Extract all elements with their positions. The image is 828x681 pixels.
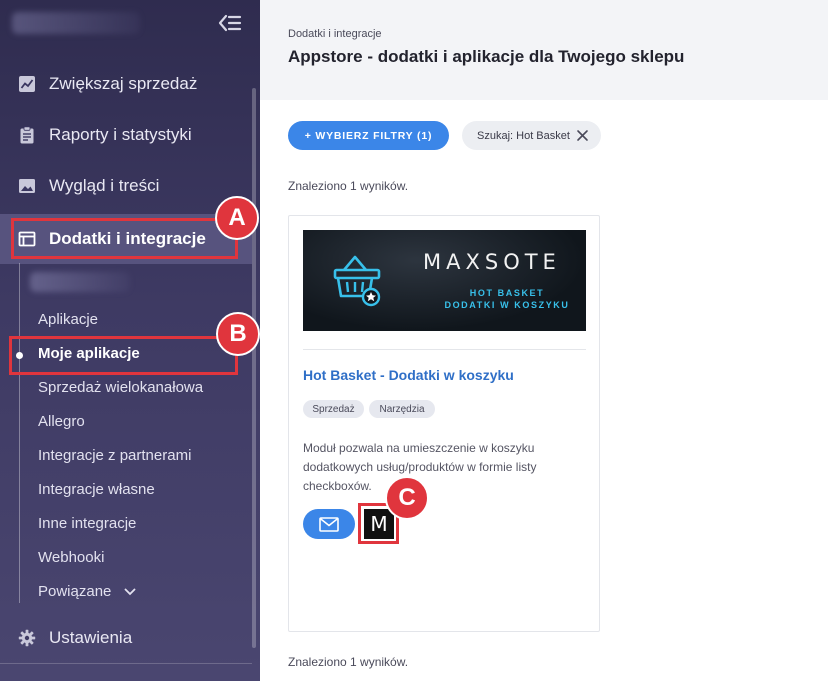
tag-sales[interactable]: Sprzedaż (303, 400, 364, 418)
submenu-item-other-integrations[interactable]: Inne integracje (38, 513, 136, 535)
nav-item-sales[interactable]: Zwiększaj sprzedaż (0, 59, 252, 109)
gear-icon (18, 629, 36, 647)
nav-item-reports[interactable]: Raporty i statystyki (0, 110, 252, 160)
choose-filters-button[interactable]: + WYBIERZ FILTRY (1) (288, 121, 449, 150)
annotation-marker-a: A (215, 196, 259, 240)
annotation-marker-c: C (385, 476, 429, 520)
banner-tagline-2: DODATKI W KOSZYKU (444, 300, 570, 310)
sidebar-divider (0, 663, 252, 664)
nav-item-settings[interactable]: Ustawienia (0, 613, 252, 663)
search-chip-label: Szukaj: Hot Basket (477, 129, 570, 142)
mail-icon (319, 516, 339, 532)
contact-mail-button[interactable] (303, 509, 355, 539)
search-filter-chip: Szukaj: Hot Basket (462, 121, 601, 150)
submenu-item-webhooks[interactable]: Webhooki (38, 547, 104, 569)
nav-label: Wygląd i treści (49, 176, 160, 195)
annotation-box-b (9, 336, 238, 375)
result-count-bottom: Znaleziono 1 wyników. (288, 655, 409, 669)
submenu-guide-line (19, 263, 20, 603)
card-divider (303, 349, 586, 350)
collapse-sidebar-icon[interactable] (218, 12, 242, 34)
breadcrumb[interactable]: Dodatki i integracje (288, 28, 382, 40)
image-icon (18, 177, 36, 195)
sidebar-scrollbar[interactable] (252, 88, 256, 648)
brand-logo-text: MAXSOTE (423, 250, 561, 274)
app-banner[interactable]: MAXSOTE HOT BASKET DODATKI W KOSZYKU (303, 230, 586, 331)
submenu-item-own-integrations[interactable]: Integracje własne (38, 479, 155, 501)
nav-label: Raporty i statystyki (49, 125, 192, 144)
store-name-blurred (12, 12, 140, 34)
submenu-item-related-label: Powiązane (38, 583, 112, 600)
app-description: Moduł pozwala na umieszczenie w koszyku … (303, 441, 537, 493)
app-name-link[interactable]: Hot Basket - Dodatki w koszyku (303, 367, 514, 383)
shopping-basket-icon (333, 255, 381, 307)
page-title: Appstore - dodatki i aplikacje dla Twoje… (288, 47, 685, 66)
submenu-item-allegro[interactable]: Allegro (38, 411, 85, 433)
page-header: Dodatki i integracje Appstore - dodatki … (260, 0, 828, 100)
chart-line-icon (18, 75, 36, 93)
clipboard-icon (18, 126, 36, 144)
submenu-item-partner-integrations[interactable]: Integracje z partnerami (38, 445, 191, 467)
sidebar-header (0, 0, 260, 50)
tag-tools[interactable]: Narzędzia (369, 400, 435, 418)
nav-label: Zwiększaj sprzedaż (49, 74, 198, 93)
submenu-item-apps[interactable]: Aplikacje (38, 309, 98, 331)
nav-label: Ustawienia (49, 628, 133, 647)
close-icon[interactable] (576, 129, 589, 142)
nav-item-appearance[interactable]: Wygląd i treści (0, 161, 252, 211)
banner-tagline-1: HOT BASKET (469, 288, 545, 298)
annotation-box-a (11, 218, 238, 259)
submenu-item-related[interactable]: Powiązane (38, 581, 136, 603)
result-count-top: Znaleziono 1 wyników. (288, 179, 409, 193)
app-card: MAXSOTE HOT BASKET DODATKI W KOSZYKU Hot… (288, 215, 600, 632)
submenu-item-multichannel[interactable]: Sprzedaż wielokanałowa (38, 377, 203, 399)
submenu-blurred-item (30, 272, 130, 292)
chevron-down-icon (124, 588, 135, 596)
annotation-marker-b: B (216, 312, 260, 356)
